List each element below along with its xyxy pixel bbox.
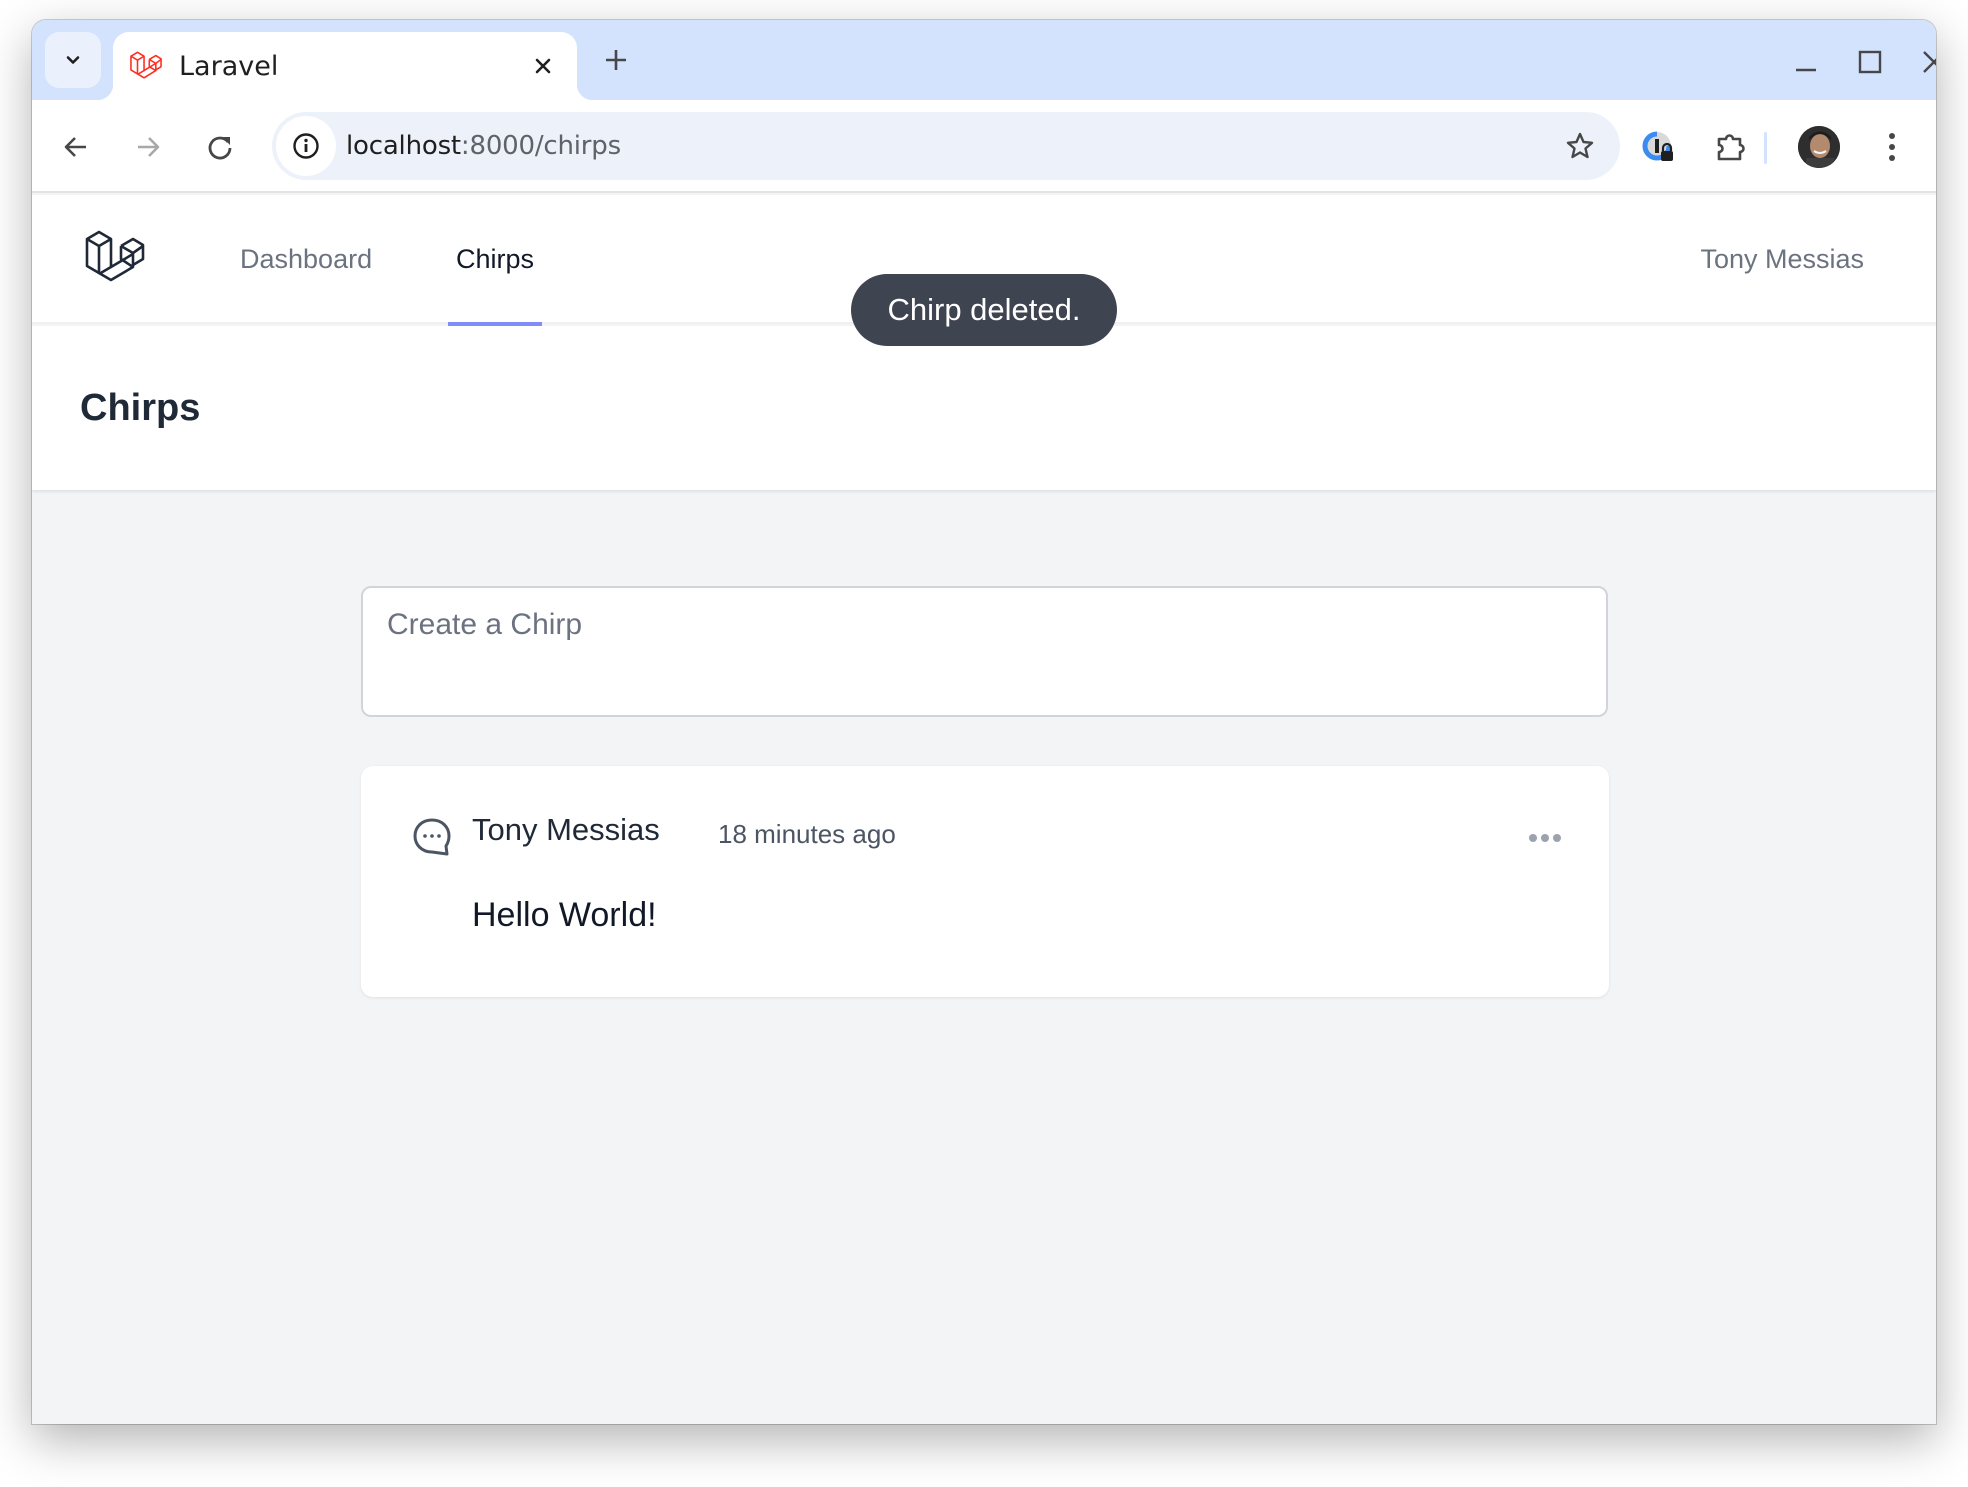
new-tab-button[interactable] [598,42,634,78]
toolbar-divider [1764,132,1767,164]
extensions-button[interactable] [1709,125,1753,169]
tab-title: Laravel [179,50,279,82]
back-button[interactable] [54,125,98,169]
puzzle-icon [1717,134,1745,161]
chirp-list-item: Tony Messias 18 minutes ago Hello World! [361,766,1609,997]
nav-link-chirps-label: Chirps [456,244,535,274]
create-chirp-input[interactable] [361,586,1608,717]
close-icon [535,58,551,74]
profile-avatar[interactable] [1798,126,1840,168]
tab-close-button[interactable] [525,48,561,84]
page-title: Chirps [80,386,201,429]
reload-button[interactable] [198,125,242,169]
nav-link-dashboard[interactable]: Dashboard [240,195,372,324]
minimize-icon [1796,68,1816,72]
profile-photo-icon [1798,126,1840,168]
browser-toolbar: localhost:8000/chirps [32,100,1936,193]
password-manager-extension-button[interactable] [1637,125,1681,169]
chirp-timestamp: 18 minutes ago [718,819,896,849]
tab-strip: Laravel [32,20,1936,100]
browser-tab[interactable]: Laravel [97,32,593,100]
site-info-button[interactable] [276,116,336,176]
chat-bubble-icon [413,818,451,856]
close-window-button[interactable] [1914,42,1936,82]
more-horizontal-icon-dot [1553,834,1561,842]
more-horizontal-icon-dot [1541,834,1549,842]
maximize-button[interactable] [1850,42,1890,82]
laravel-logo-icon[interactable] [84,226,148,292]
plus-icon [606,50,626,70]
url-text[interactable]: localhost:8000/chirps [346,131,1558,161]
chirp-options-button[interactable] [1525,826,1565,850]
address-bar[interactable]: localhost:8000/chirps [272,112,1620,180]
browser-menu-button[interactable] [1870,125,1914,169]
browser-window: Laravel localhost:8000/chirps Dashboard … [32,20,1936,1424]
user-menu-trigger[interactable]: Tony Messias [1700,195,1864,324]
arrow-right-icon [138,137,160,157]
info-icon [293,133,319,159]
password-manager-icon [1642,131,1673,161]
url-host: localhost [346,131,461,161]
reload-icon [208,136,232,160]
tab-search-button[interactable] [45,32,101,88]
minimize-button[interactable] [1786,42,1826,82]
arrow-left-icon [64,137,86,157]
chirp-message: Hello World! [472,896,657,934]
star-icon [1566,132,1594,159]
page-header: Chirps [32,326,1936,490]
maximize-icon [1858,50,1882,74]
nav-link-chirps[interactable]: Chirps [448,195,543,327]
toast-notification: Chirp deleted. [851,274,1117,346]
more-horizontal-icon [1529,834,1537,842]
laravel-favicon-icon [130,51,162,79]
bookmark-button[interactable] [1558,124,1602,168]
forward-button[interactable] [126,125,170,169]
more-vertical-icon [1889,133,1895,161]
chevron-down-icon [66,56,80,64]
page-content: Dashboard Chirps Tony Messias Chirp dele… [32,195,1936,1424]
url-path: :8000/chirps [460,131,621,161]
chirp-author: Tony Messias [472,812,660,847]
close-icon [1923,51,1936,73]
